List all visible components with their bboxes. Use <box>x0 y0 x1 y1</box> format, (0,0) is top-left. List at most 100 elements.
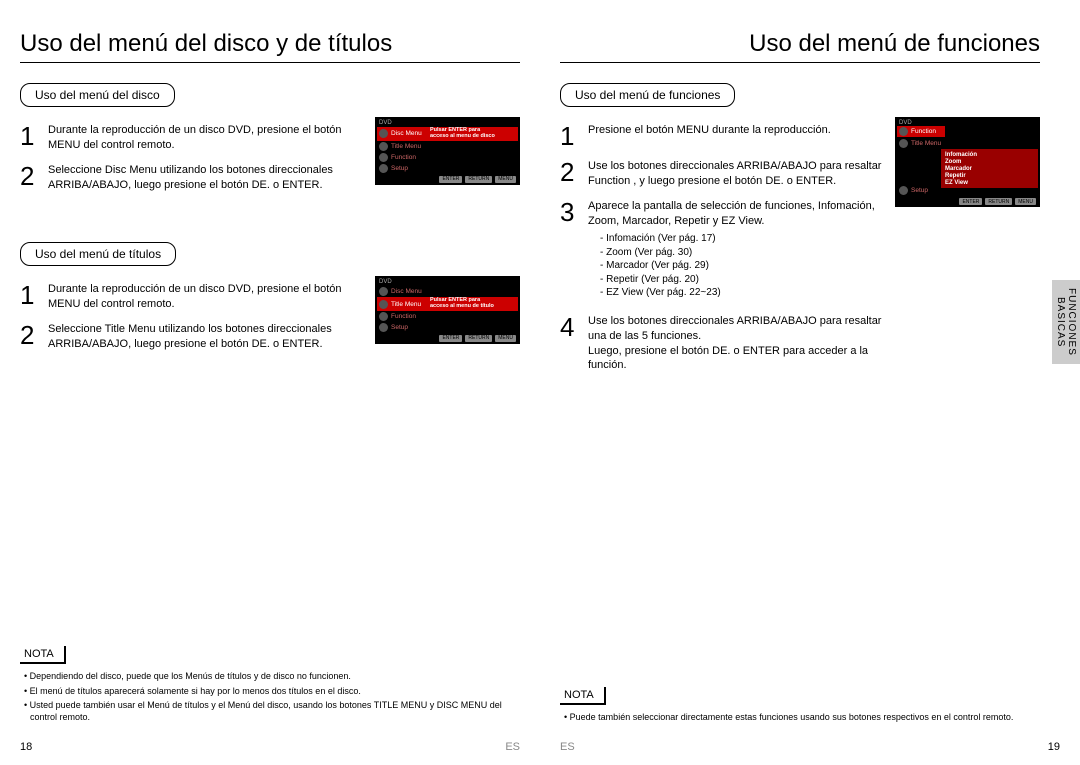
nota-label: NOTA <box>20 646 66 664</box>
menu-icon <box>379 300 388 309</box>
step-row: 4 Use los botones direccionales ARRIBA/A… <box>560 314 885 373</box>
sublist-item: Infomación (Ver pág. 17) <box>600 232 885 246</box>
osd-message: Pulsar ENTER para acceso al menu de títu… <box>430 298 516 310</box>
step-text-line: Aparece la pantalla de selección de func… <box>588 200 875 227</box>
osd-row-function: Function <box>897 126 945 137</box>
nota-list: Puede también seleccionar directamente e… <box>560 711 1040 723</box>
osd-row: Disc Menu <box>377 286 518 297</box>
osd-message: Pulsar ENTER para acceso al menu de disc… <box>430 128 516 140</box>
step-number: 1 <box>560 123 588 149</box>
menu-icon <box>899 186 908 195</box>
step-text: Durante la reproducción de un disco DVD,… <box>48 123 365 153</box>
osd-row: Title Menu <box>377 141 518 152</box>
step-text-line: Luego, presione el botón DE. o ENTER par… <box>588 345 868 372</box>
osd-row: Function <box>377 311 518 322</box>
nota-label: NOTA <box>560 687 606 705</box>
page-title-right: Uso del menú de funciones <box>560 30 1040 58</box>
nota-item: El menú de títulos aparecerá solamente s… <box>20 685 520 697</box>
disc-section: 1 Durante la reproducción de un disco DV… <box>20 117 520 202</box>
menu-icon <box>899 139 908 148</box>
osd-btn-menu: MENU <box>495 176 516 183</box>
step-text: Use los botones direccionales ARRIBA/ABA… <box>588 314 885 373</box>
step-text: Seleccione Title Menu utilizando los bot… <box>48 322 365 352</box>
osd-header: DVD <box>377 119 518 127</box>
osd-header: DVD <box>377 278 518 286</box>
step-row: 2 Use los botones direccionales ARRIBA/A… <box>560 159 885 189</box>
menu-icon <box>379 312 388 321</box>
side-tab-line: FUNCIONES <box>1066 288 1077 356</box>
step-text: Seleccione Disc Menu utilizando los boto… <box>48 163 365 193</box>
side-tab: FUNCIONES BASICAS <box>1052 280 1080 364</box>
osd-btn-return: RETURN <box>465 335 492 342</box>
osd-row-disc-menu: Disc Menu Pulsar ENTER para acceso al me… <box>377 127 518 141</box>
osd-label: Title Menu <box>391 143 427 150</box>
menu-icon <box>379 129 388 138</box>
osd-btn-menu: MENU <box>1015 198 1036 205</box>
osd-btn-return: RETURN <box>465 176 492 183</box>
lang-label: ES <box>505 741 520 753</box>
step-number: 1 <box>20 123 48 149</box>
menu-icon <box>379 287 388 296</box>
menu-icon <box>379 153 388 162</box>
osd-label: Disc Menu <box>391 130 427 137</box>
osd-label: Setup <box>911 187 947 194</box>
osd-btn-enter: ENTER <box>439 335 462 342</box>
manual-spread: Uso del menú del disco y de títulos Uso … <box>0 0 1080 765</box>
osd-label: Setup <box>391 165 427 172</box>
osd-row: Setup <box>377 163 518 174</box>
step-row: 1 Durante la reproducción de un disco DV… <box>20 123 365 153</box>
step-text-line: Use los botones direccionales ARRIBA/ABA… <box>588 315 881 342</box>
osd-button-bar: ENTER RETURN MENU <box>377 174 518 183</box>
page-19: Uso del menú de funciones Uso del menú d… <box>540 0 1080 765</box>
section-heading-disc: Uso del menú del disco <box>20 83 175 107</box>
osd-row: Setup <box>897 185 1038 196</box>
step-number: 4 <box>560 314 588 340</box>
osd-msg-line: acceso al menu de título <box>430 303 494 309</box>
lang-label: ES <box>560 741 575 753</box>
osd-label: Title Menu <box>911 140 947 147</box>
section-heading-titles: Uso del menú de títulos <box>20 242 176 266</box>
nota-item: Usted puede también usar el Menú de títu… <box>20 699 520 723</box>
page-title-left: Uso del menú del disco y de títulos <box>20 30 520 58</box>
step-number: 2 <box>20 322 48 348</box>
step-text: Durante la reproducción de un disco DVD,… <box>48 282 365 312</box>
title-underline <box>20 62 520 63</box>
side-tab-line: BASICAS <box>1055 288 1066 356</box>
osd-btn-enter: ENTER <box>959 198 982 205</box>
osd-label: Setup <box>391 324 427 331</box>
menu-icon <box>899 127 908 136</box>
osd-screenshot-title: DVD Disc Menu Title Menu Pulsar ENTER pa… <box>375 276 520 344</box>
page-18: Uso del menú del disco y de títulos Uso … <box>0 0 540 765</box>
functions-section: 1 Presione el botón MENU durante la repr… <box>560 117 1040 383</box>
menu-icon <box>379 164 388 173</box>
section-heading-functions: Uso del menú de funciones <box>560 83 735 107</box>
osd-btn-return: RETURN <box>985 198 1012 205</box>
functions-steps: 1 Presione el botón MENU durante la repr… <box>560 117 885 383</box>
titles-section: 1 Durante la reproducción de un disco DV… <box>20 276 520 361</box>
step-number: 1 <box>20 282 48 308</box>
step-number: 2 <box>560 159 588 185</box>
step-text: Use los botones direccionales ARRIBA/ABA… <box>588 159 885 189</box>
step-row: 3 Aparece la pantalla de selección de fu… <box>560 199 885 304</box>
function-sublist: Infomación (Ver pág. 17) Zoom (Ver pág. … <box>600 232 885 300</box>
osd-button-bar: ENTER RETURN MENU <box>897 196 1038 205</box>
osd-msg-line: acceso al menu de disco <box>430 133 495 139</box>
menu-icon <box>379 323 388 332</box>
osd-row: Function <box>377 152 518 163</box>
sublist-item: EZ View (Ver pág. 22~23) <box>600 286 885 300</box>
osd-row: Setup <box>377 322 518 333</box>
sublist-item: Zoom (Ver pág. 30) <box>600 246 885 260</box>
nota-item: Puede también seleccionar directamente e… <box>560 711 1040 723</box>
osd-btn-menu: MENU <box>495 335 516 342</box>
osd-label: Title Menu <box>391 301 427 308</box>
step-number: 3 <box>560 199 588 225</box>
step-row: 2 Seleccione Title Menu utilizando los b… <box>20 322 365 352</box>
nota-block-left: NOTA Dependiendo del disco, puede que lo… <box>20 644 520 725</box>
osd-label: Function <box>911 128 936 135</box>
step-number: 2 <box>20 163 48 189</box>
nota-item: Dependiendo del disco, puede que los Men… <box>20 670 520 682</box>
osd-screenshot-disc: DVD Disc Menu Pulsar ENTER para acceso a… <box>375 117 520 185</box>
titles-steps: 1 Durante la reproducción de un disco DV… <box>20 276 365 361</box>
osd-button-bar: ENTER RETURN MENU <box>377 333 518 342</box>
step-text: Presione el botón MENU durante la reprod… <box>588 123 885 138</box>
